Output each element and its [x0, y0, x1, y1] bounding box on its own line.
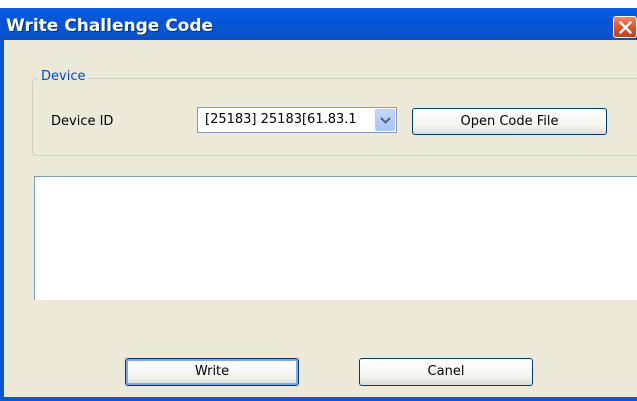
title-bar[interactable]: Write Challenge Code [0, 0, 637, 40]
device-id-label: Device ID [51, 114, 114, 129]
window-frame-left [0, 40, 4, 401]
close-icon [619, 21, 632, 34]
output-text-area[interactable] [34, 176, 637, 300]
device-id-select[interactable]: [25183] 25183[61.83.1 [197, 107, 397, 133]
device-group-legend: Device [38, 69, 89, 84]
chevron-down-icon [380, 117, 391, 124]
close-button[interactable] [613, 16, 637, 38]
window-title: Write Challenge Code [6, 16, 214, 36]
write-button[interactable]: Write [125, 358, 299, 386]
dialog-window: Write Challenge Code Device Device ID [2… [0, 0, 637, 401]
title-bar-top-strip [0, 0, 637, 8]
device-id-select-value: [25183] 25183[61.83.1 [205, 112, 357, 127]
open-code-file-button[interactable]: Open Code File [412, 108, 607, 135]
cancel-button[interactable]: Canel [359, 358, 533, 386]
window-frame-bottom [0, 397, 637, 401]
dropdown-button[interactable] [375, 109, 395, 131]
